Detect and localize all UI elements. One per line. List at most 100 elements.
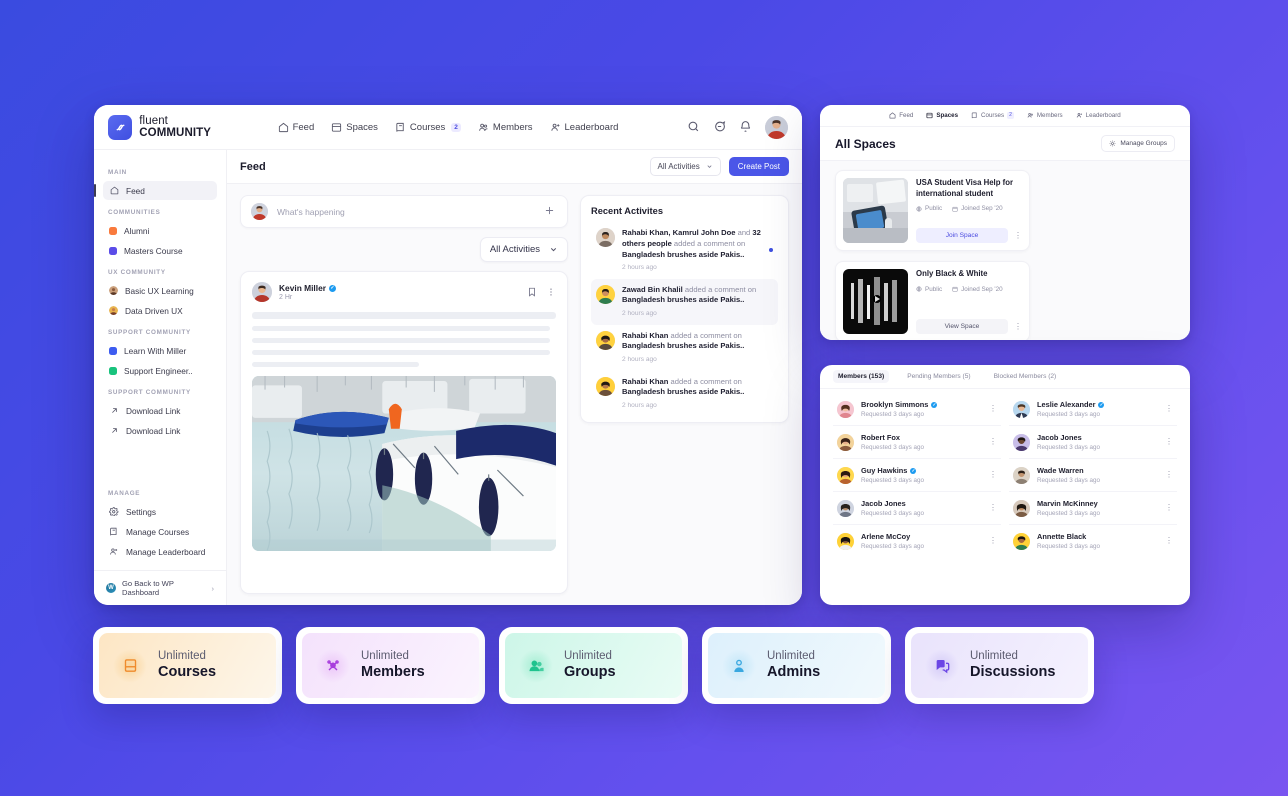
- join-space-button[interactable]: Join Space: [916, 228, 1008, 243]
- sidebar-item-support-engineer[interactable]: Support Engineer..: [103, 361, 217, 380]
- more-vertical-icon[interactable]: ⋮: [1165, 504, 1173, 512]
- post-author-avatar[interactable]: [252, 282, 272, 302]
- member-name-row: Annette Black: [1037, 532, 1158, 541]
- wp-dashboard-link[interactable]: W Go Back to WP Dashboard ›: [94, 570, 226, 605]
- topnav-item-spaces[interactable]: Spaces: [331, 122, 378, 133]
- more-vertical-icon[interactable]: ⋮: [989, 471, 997, 479]
- tab-pending-members[interactable]: Pending Members (5): [902, 370, 975, 383]
- topnav-item-leaderboard[interactable]: Leaderboard: [550, 122, 618, 133]
- member-avatar: [837, 433, 854, 451]
- sidebar-item-feed[interactable]: Feed: [94, 181, 217, 200]
- sidebar-label-support-engineer: Support Engineer..: [124, 365, 193, 376]
- spaces-nav-members[interactable]: Members: [1027, 112, 1063, 119]
- post-composer[interactable]: What's happening: [240, 195, 568, 228]
- member-row[interactable]: Brooklyn Simmons ✓ Requested 3 days ago ⋮: [833, 393, 1001, 426]
- space-info: Only Black & White Public Joined Sep '20…: [916, 269, 1022, 334]
- spaces-nav-spaces[interactable]: Spaces: [926, 112, 958, 119]
- activity-row[interactable]: Rahabi Khan added a comment on Banglades…: [591, 325, 778, 371]
- create-post-button[interactable]: Create Post: [728, 157, 789, 176]
- tab-members[interactable]: Members (153): [833, 370, 890, 383]
- member-row[interactable]: Robert Fox Requested 3 days ago ⋮: [833, 426, 1001, 459]
- external-link-icon: [109, 406, 119, 416]
- post-card: Kevin Miller ✓ 2 Hr: [240, 271, 568, 594]
- chat-icon[interactable]: [713, 120, 727, 134]
- sidebar-item-basic-ux-learning[interactable]: Basic UX Learning: [103, 281, 217, 300]
- activity-text: Rahabi Khan, Kamrul John Doe and 32 othe…: [622, 228, 762, 273]
- spaces-nav-leaderboard[interactable]: Leaderboard: [1076, 112, 1121, 119]
- post-text-skeleton: [252, 362, 420, 367]
- more-vertical-icon[interactable]: ⋮: [989, 438, 997, 446]
- space-card[interactable]: USA Student Visa Help for international …: [835, 170, 1030, 251]
- member-row[interactable]: Jacob Jones Requested 3 days ago ⋮: [833, 492, 1001, 525]
- bookmark-icon[interactable]: [527, 287, 537, 297]
- activity-row[interactable]: Rahabi Khan, Kamrul John Doe and 32 othe…: [591, 222, 778, 279]
- activity-row[interactable]: Zawad Bin Khalil added a comment on Bang…: [591, 278, 778, 325]
- verified-badge-icon: ✓: [910, 467, 917, 474]
- manage-groups-button[interactable]: Manage Groups: [1101, 135, 1175, 152]
- activities-filter-dropdown[interactable]: All Activities: [649, 157, 721, 176]
- feature-value: Groups: [564, 663, 616, 680]
- space-privacy: Public: [916, 286, 942, 293]
- topnav-label-courses: Courses: [409, 121, 446, 133]
- post-image[interactable]: [252, 376, 556, 551]
- sidebar-item-learn-with-miller[interactable]: Learn With Miller: [103, 341, 217, 360]
- sidebar-item-masters-course[interactable]: Masters Course: [103, 241, 217, 260]
- sidebar-group-label-main: MAIN: [108, 169, 127, 176]
- sidebar-item-alumni[interactable]: Alumni: [103, 221, 217, 240]
- member-row[interactable]: Annette Black Requested 3 days ago ⋮: [1009, 525, 1177, 557]
- avatar[interactable]: [765, 115, 788, 139]
- more-vertical-icon[interactable]: ⋮: [989, 504, 997, 512]
- topnav-item-courses[interactable]: Courses 2: [395, 122, 461, 133]
- more-vertical-icon[interactable]: [546, 287, 556, 297]
- member-row[interactable]: Arlene McCoy Requested 3 days ago ⋮: [833, 525, 1001, 557]
- more-vertical-icon[interactable]: ⋮: [989, 537, 997, 545]
- sidebar-group-label-manage: MANAGE: [108, 490, 141, 497]
- sidebar-item-data-driven-ux[interactable]: Data Driven UX: [103, 301, 217, 320]
- content-header: Feed All Activities Create Post: [227, 150, 802, 184]
- sidebar-item-download-link-1[interactable]: Download Link: [103, 401, 217, 420]
- more-vertical-icon[interactable]: ⋮: [1014, 231, 1022, 240]
- more-vertical-icon[interactable]: ⋮: [1165, 438, 1173, 446]
- member-row[interactable]: Guy Hawkins ✓ Requested 3 days ago ⋮: [833, 459, 1001, 492]
- spaces-nav-courses[interactable]: Courses 2: [971, 112, 1014, 119]
- brand-logo[interactable]: fluent COMMUNITY: [108, 114, 240, 140]
- spaces-nav-feed[interactable]: Feed: [889, 112, 913, 119]
- page-title: Feed: [240, 160, 266, 173]
- external-link-icon: [109, 426, 119, 436]
- all-spaces-panel: Feed Spaces Courses 2 Members Leaderboar…: [820, 105, 1190, 340]
- activity-text: Rahabi Khan added a comment on Banglades…: [622, 331, 773, 365]
- more-vertical-icon[interactable]: ⋮: [1165, 537, 1173, 545]
- sidebar-item-settings[interactable]: Settings: [103, 502, 217, 521]
- space-joined: Joined Sep '20: [952, 205, 1003, 212]
- sidebar-item-manage-leaderboard[interactable]: Manage Leaderboard: [103, 542, 217, 561]
- more-vertical-icon[interactable]: ⋮: [1165, 471, 1173, 479]
- activity-names: Rahabi Khan: [622, 330, 669, 340]
- view-space-button[interactable]: View Space: [916, 319, 1008, 334]
- bell-icon[interactable]: [739, 120, 753, 134]
- home-icon: [109, 186, 119, 196]
- topnav-item-members[interactable]: Members: [478, 122, 533, 133]
- space-info: USA Student Visa Help for international …: [916, 178, 1022, 243]
- feature-text: Unlimited Discussions: [970, 650, 1055, 682]
- member-row[interactable]: Leslie Alexander ✓ Requested 3 days ago ⋮: [1009, 393, 1177, 426]
- topnav-item-feed[interactable]: Feed: [278, 122, 314, 133]
- tab-blocked-members[interactable]: Blocked Members (2): [989, 370, 1062, 383]
- activity-row[interactable]: Rahabi Khan added a comment on Banglades…: [591, 371, 778, 417]
- member-row[interactable]: Marvin McKinney Requested 3 days ago ⋮: [1009, 492, 1177, 525]
- add-attachment-icon[interactable]: [544, 205, 557, 218]
- space-thumbnail: [843, 269, 908, 334]
- search-icon[interactable]: [687, 120, 701, 134]
- space-card[interactable]: Only Black & White Public Joined Sep '20…: [835, 261, 1030, 340]
- more-vertical-icon[interactable]: ⋮: [1165, 405, 1173, 413]
- sidebar-item-download-link-2[interactable]: Download Link: [103, 421, 217, 440]
- more-vertical-icon[interactable]: ⋮: [989, 405, 997, 413]
- more-vertical-icon[interactable]: ⋮: [1014, 322, 1022, 331]
- content-body: What's happening All Activities Kevin Mi…: [227, 184, 802, 605]
- member-row[interactable]: Wade Warren Requested 3 days ago ⋮: [1009, 459, 1177, 492]
- activity-time: 2 hours ago: [622, 402, 657, 410]
- activity-avatar: [596, 284, 615, 304]
- sidebar-group-label-support-community-2: SUPPORT COMMUNITY: [108, 389, 191, 396]
- sidebar-item-manage-courses[interactable]: Manage Courses: [103, 522, 217, 541]
- member-row[interactable]: Jacob Jones Requested 3 days ago ⋮: [1009, 426, 1177, 459]
- feed-filter-dropdown[interactable]: All Activities: [479, 237, 568, 262]
